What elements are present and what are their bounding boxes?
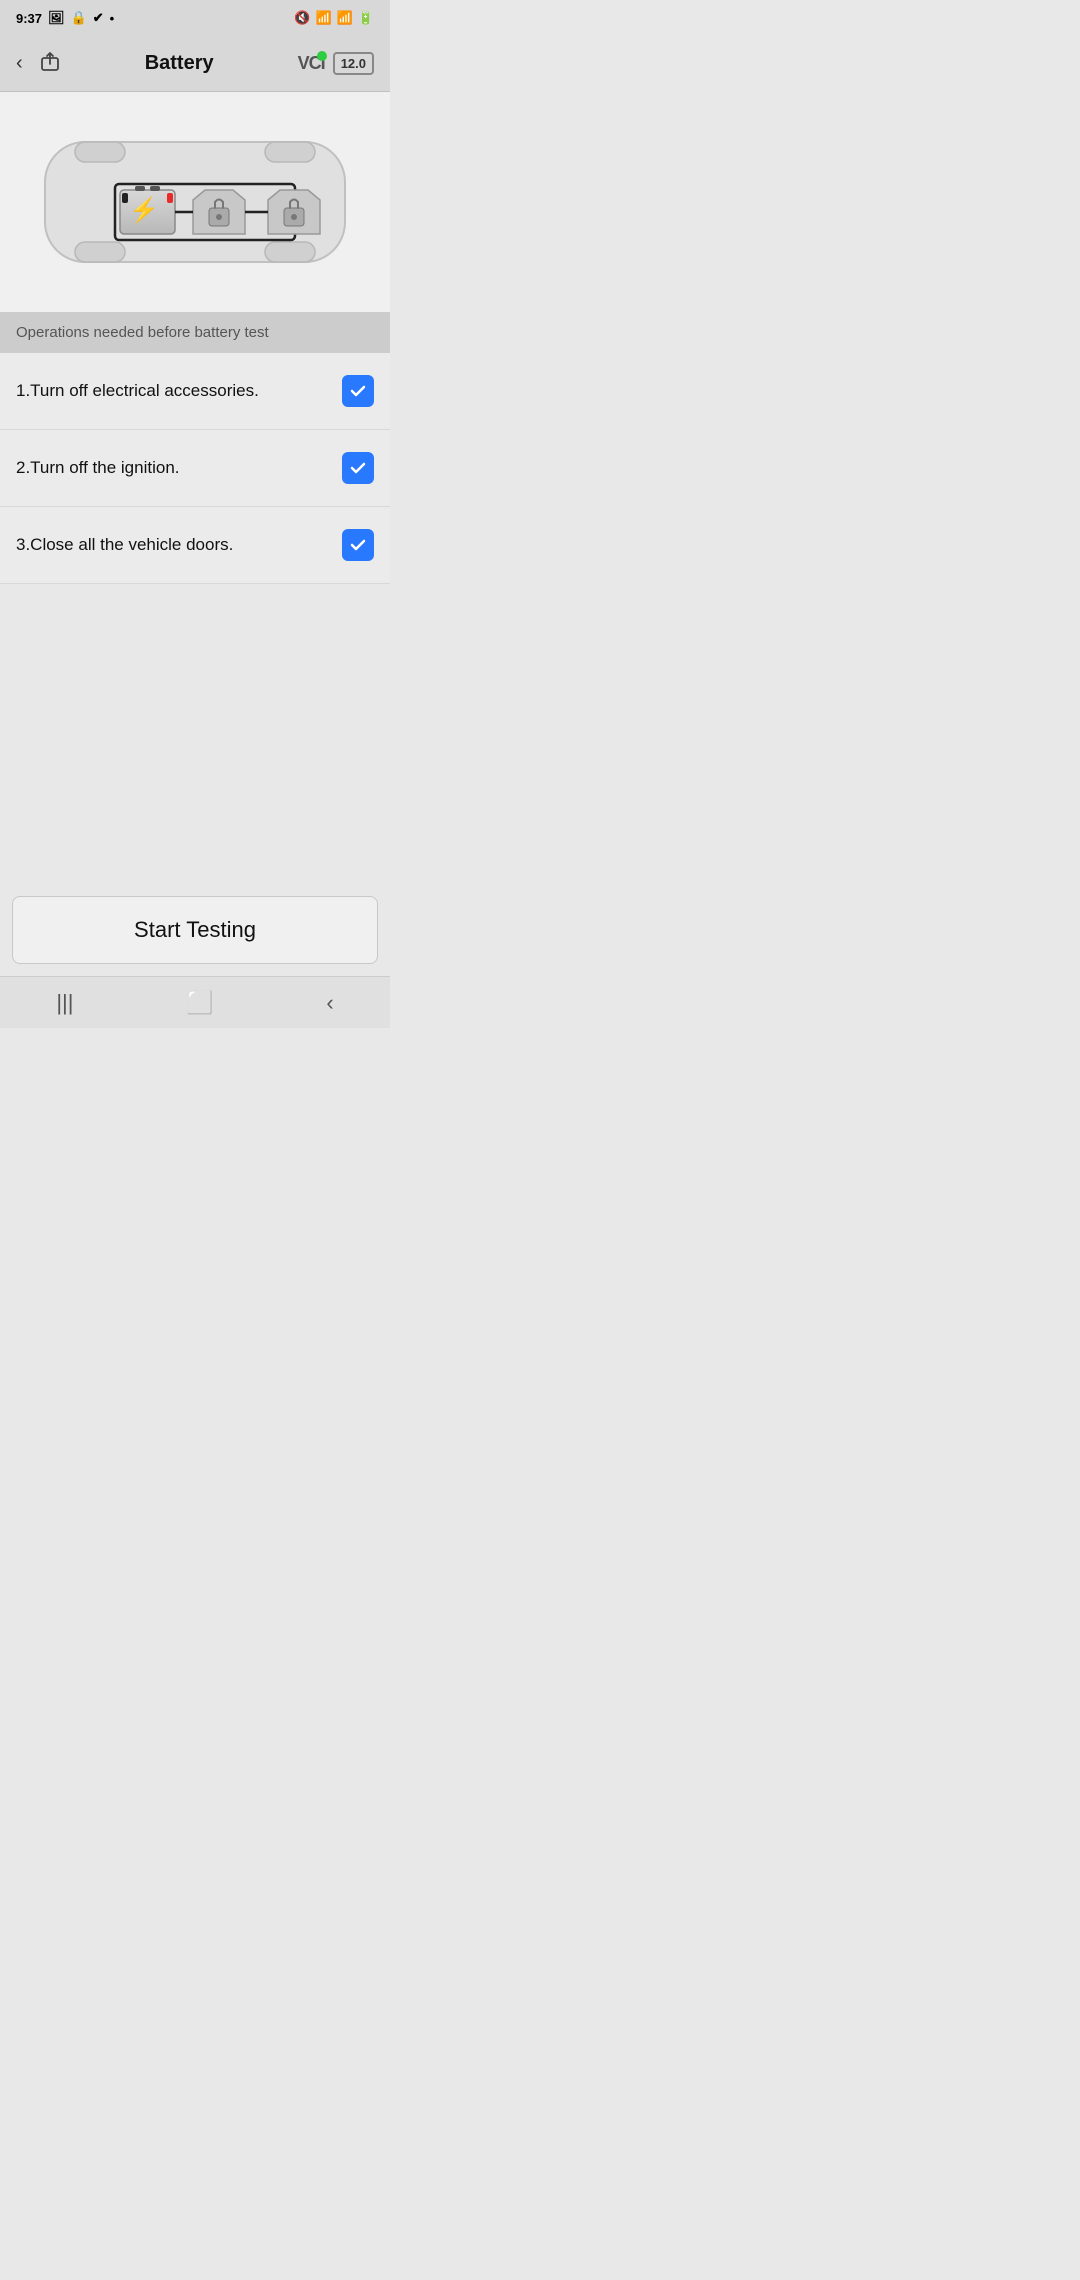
checklist-item-3: 3.Close all the vehicle doors. bbox=[0, 507, 390, 584]
check-icon: ✔ bbox=[93, 10, 104, 26]
checklist-item-1-text: 1.Turn off electrical accessories. bbox=[16, 381, 342, 401]
home-icon: ⬜ bbox=[186, 990, 213, 1015]
car-diagram: ⚡ bbox=[0, 92, 390, 312]
nav-back-button[interactable]: ‹ bbox=[302, 982, 357, 1024]
signal-icon: 📶 bbox=[337, 10, 353, 26]
status-right: 🔇 📶 📶 🔋 bbox=[294, 10, 374, 26]
checkbox-1[interactable] bbox=[342, 375, 374, 407]
checklist: 1.Turn off electrical accessories. 2.Tur… bbox=[0, 353, 390, 584]
menu-icon: ||| bbox=[56, 990, 73, 1015]
header-left: ‹ bbox=[16, 50, 61, 78]
start-testing-button[interactable]: Start Testing bbox=[12, 896, 378, 964]
checklist-item-2: 2.Turn off the ignition. bbox=[0, 430, 390, 507]
battery-status-icon: 🔋 bbox=[358, 10, 374, 26]
status-left: 9:37 🖼 🔒 ✔ • bbox=[16, 10, 114, 26]
status-bar: 9:37 🖼 🔒 ✔ • 🔇 📶 📶 🔋 bbox=[0, 0, 390, 36]
wifi-icon: 📶 bbox=[315, 10, 331, 26]
nav-menu-button[interactable]: ||| bbox=[32, 982, 97, 1024]
dot-icon: • bbox=[110, 11, 115, 26]
export-button[interactable] bbox=[39, 50, 61, 78]
lock-icon: 🔒 bbox=[71, 10, 87, 26]
empty-space bbox=[0, 584, 390, 884]
page-title: Battery bbox=[61, 52, 298, 75]
checkbox-2[interactable] bbox=[342, 452, 374, 484]
checkbox-3[interactable] bbox=[342, 529, 374, 561]
operations-label: Operations needed before battery test bbox=[16, 324, 269, 341]
back-nav-icon: ‹ bbox=[326, 990, 333, 1015]
back-button[interactable]: ‹ bbox=[16, 52, 23, 75]
bottom-nav: ||| ⬜ ‹ bbox=[0, 976, 390, 1028]
battery-level-badge: 12.0 bbox=[333, 52, 374, 75]
status-time: 9:37 bbox=[16, 11, 42, 26]
checklist-item-1: 1.Turn off electrical accessories. bbox=[0, 353, 390, 430]
checklist-item-2-text: 2.Turn off the ignition. bbox=[16, 458, 342, 478]
checklist-item-3-text: 3.Close all the vehicle doors. bbox=[16, 535, 342, 555]
header: ‹ Battery VCI 12.0 bbox=[0, 36, 390, 92]
nav-home-button[interactable]: ⬜ bbox=[162, 982, 237, 1024]
header-right: VCI 12.0 bbox=[298, 52, 374, 75]
vci-connected-dot bbox=[317, 51, 327, 61]
operations-header: Operations needed before battery test bbox=[0, 312, 390, 353]
mute-icon: 🔇 bbox=[294, 10, 310, 26]
photo-icon: 🖼 bbox=[48, 10, 65, 26]
vci-badge: VCI bbox=[298, 53, 325, 74]
car-svg: ⚡ bbox=[25, 112, 365, 292]
svg-text:⚡: ⚡ bbox=[129, 196, 159, 224]
